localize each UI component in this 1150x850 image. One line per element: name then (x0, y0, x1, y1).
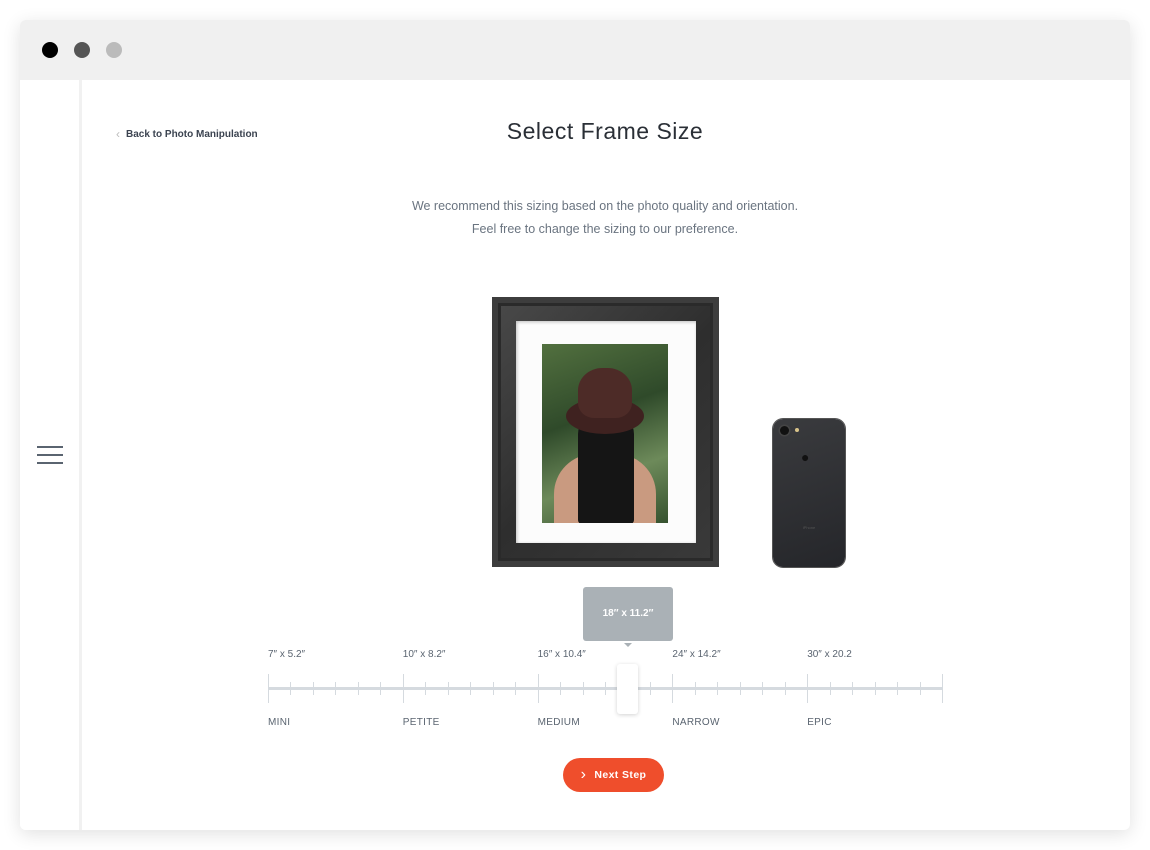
slider-minor-tick (312, 682, 314, 695)
slider-major-tick (942, 674, 943, 703)
phone-label: iPhone (802, 525, 816, 530)
frame-mat (516, 321, 696, 543)
slider-minor-tick (335, 682, 337, 695)
apple-logo-icon: ● (801, 449, 810, 465)
slider-minor-tick (852, 682, 854, 695)
slider-major-tick (402, 674, 404, 703)
slider-minor-tick (605, 682, 606, 695)
slider-minor-tick (762, 682, 764, 695)
stop-name-label[interactable]: MINI (268, 717, 290, 728)
frame-preview (492, 297, 719, 567)
slider-minor-tick (492, 682, 494, 695)
stop-name-label[interactable]: NARROW (672, 717, 719, 728)
slider-minor-tick (739, 682, 741, 695)
slider-minor-tick (717, 682, 719, 695)
chevron-right-icon: › (580, 766, 587, 783)
slider-major-tick (268, 674, 269, 703)
maximize-window-dot[interactable] (106, 42, 122, 58)
slider-major-tick (807, 674, 809, 703)
stop-name-label[interactable]: PETITE (403, 717, 440, 728)
slider-minor-tick (357, 682, 359, 695)
slider-minor-tick (829, 682, 831, 695)
title-bar (20, 20, 1130, 80)
slider-minor-tick (874, 682, 876, 695)
hamburger-icon[interactable] (37, 446, 63, 466)
camera-icon (780, 426, 789, 435)
slider-minor-tick (425, 682, 427, 695)
selected-size-tooltip: 18″ x 11.2″ (583, 587, 673, 647)
slider-minor-tick (649, 682, 651, 695)
stop-size-label: 7″ x 5.2″ (268, 649, 306, 660)
description-line-2: Feel free to change the sizing to our pr… (471, 222, 739, 236)
slider-minor-tick (784, 682, 786, 695)
page-title: Select Frame Size (506, 118, 704, 144)
slider-minor-tick (582, 682, 584, 695)
slider-major-tick (537, 674, 539, 703)
slider-minor-tick (290, 682, 292, 695)
slider-minor-tick (919, 682, 921, 695)
phone-scale-reference: ● iPhone (773, 419, 845, 567)
stop-size-label: 10″ x 8.2″ (402, 649, 446, 660)
browser-window: ‹ Back to Photo Manipulation Select Fram… (20, 20, 1130, 830)
sidebar (20, 80, 82, 830)
slider-minor-tick (897, 682, 899, 695)
next-step-label: Next Step (594, 769, 647, 781)
slider-minor-tick (447, 682, 449, 695)
minimize-window-dot[interactable] (74, 42, 90, 58)
stop-name-label[interactable]: EPIC (807, 717, 832, 728)
framed-photo (542, 344, 668, 523)
slider-minor-tick (470, 682, 472, 695)
stop-size-label: 16″ x 10.4″ (537, 649, 586, 660)
slider-minor-tick (380, 682, 382, 695)
next-step-button[interactable]: › Next Step (563, 758, 664, 792)
description-line-1: We recommend this sizing based on the ph… (411, 199, 799, 213)
close-window-dot[interactable] (42, 42, 58, 58)
slider-minor-tick (694, 682, 696, 695)
slider-minor-tick (560, 682, 562, 695)
stop-size-label: 24″ x 14.2″ (672, 649, 721, 660)
stop-size-label: 30″ x 20.2 (807, 649, 852, 660)
stop-name-label[interactable]: MEDIUM (538, 717, 580, 728)
slider-major-tick (672, 674, 674, 703)
slider-minor-tick (515, 682, 517, 695)
slider-handle[interactable] (617, 664, 639, 714)
